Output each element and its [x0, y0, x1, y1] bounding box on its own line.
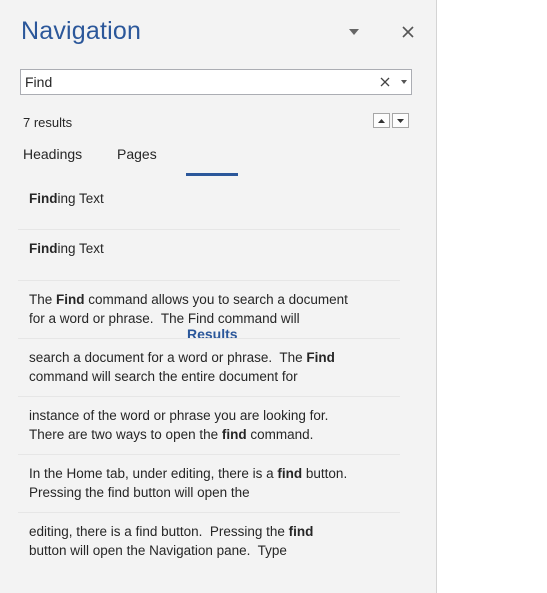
result-line: In the Home tab, under editing, there is…	[29, 464, 400, 483]
result-line: There are two ways to open the find comm…	[29, 425, 400, 444]
result-text: The	[29, 292, 57, 307]
result-match-text: Find	[29, 191, 58, 206]
result-text: There are two ways to open the	[29, 427, 222, 442]
clear-search-button[interactable]	[378, 75, 392, 89]
result-text: button.	[302, 466, 348, 481]
result-text: editing, there is a find button. Pressin…	[29, 524, 289, 539]
close-icon	[402, 26, 414, 38]
result-text: command will search the entire document …	[29, 369, 298, 384]
search-box	[20, 69, 412, 95]
document-area[interactable]	[437, 0, 547, 593]
result-text: for a word or phrase. The Find command w…	[29, 311, 300, 326]
result-text: command.	[246, 427, 314, 442]
result-match-text: Find	[56, 292, 85, 307]
result-item[interactable]: editing, there is a find button. Pressin…	[18, 513, 400, 571]
result-line: for a word or phrase. The Find command w…	[29, 309, 400, 328]
close-pane-button[interactable]	[396, 20, 420, 44]
previous-result-button[interactable]	[373, 113, 390, 128]
result-line: Pressing the find button will open the	[29, 483, 400, 502]
result-text: command allows you to search a document	[84, 292, 348, 307]
result-line: search a document for a word or phrase. …	[29, 348, 400, 367]
result-match-text: Find	[306, 350, 335, 365]
tab-headings[interactable]: Headings	[23, 146, 82, 162]
result-item[interactable]: In the Home tab, under editing, there is…	[18, 455, 400, 513]
results-list: Finding Text Finding Text The Find command…	[18, 180, 400, 571]
result-match-text: find	[221, 427, 247, 442]
result-match-text: Find	[29, 241, 58, 256]
result-item[interactable]: instance of the word or phrase you are l…	[18, 397, 400, 455]
search-options-dropdown[interactable]	[399, 75, 409, 89]
active-tab-indicator	[186, 173, 238, 176]
tab-pages[interactable]: Pages	[117, 146, 157, 162]
result-match-text: find	[288, 524, 314, 539]
search-input[interactable]	[25, 72, 365, 92]
pane-options-button[interactable]	[342, 20, 366, 44]
result-text: instance of the word or phrase you are l…	[29, 408, 329, 423]
next-result-button[interactable]	[392, 113, 409, 128]
result-text: ing Text	[57, 241, 104, 256]
result-text: ing Text	[57, 191, 104, 206]
result-item[interactable]: search a document for a word or phrase. …	[18, 339, 400, 397]
result-text: In the Home tab, under editing, there is…	[29, 466, 278, 481]
triangle-up-icon	[378, 118, 385, 123]
pane-title: Navigation	[21, 17, 142, 45]
navigation-pane: Navigation 7 results	[0, 0, 431, 593]
result-line: command will search the entire document …	[29, 367, 400, 386]
result-navigation	[373, 113, 409, 128]
result-line: The Find command allows you to search a …	[29, 290, 400, 309]
result-text: Pressing the find button will open the	[29, 485, 250, 500]
result-match-text: find	[277, 466, 303, 481]
result-line: Finding Text	[29, 189, 400, 208]
result-line: instance of the word or phrase you are l…	[29, 406, 400, 425]
result-line: editing, there is a find button. Pressin…	[29, 522, 400, 541]
result-item[interactable]: Finding Text	[18, 180, 400, 230]
result-text: search a document for a word or phrase. …	[29, 350, 307, 365]
chevron-down-icon	[349, 29, 359, 35]
result-text: button will open the Navigation pane. Ty…	[29, 543, 287, 558]
result-count: 7 results	[23, 115, 73, 130]
result-line: Finding Text	[29, 239, 400, 258]
chevron-down-icon	[401, 80, 407, 84]
close-icon	[380, 77, 390, 87]
triangle-down-icon	[397, 118, 404, 123]
result-item[interactable]: Finding Text	[18, 230, 400, 281]
result-line: button will open the Navigation pane. Ty…	[29, 541, 400, 560]
result-item[interactable]: The Find command allows you to search a …	[18, 281, 400, 339]
